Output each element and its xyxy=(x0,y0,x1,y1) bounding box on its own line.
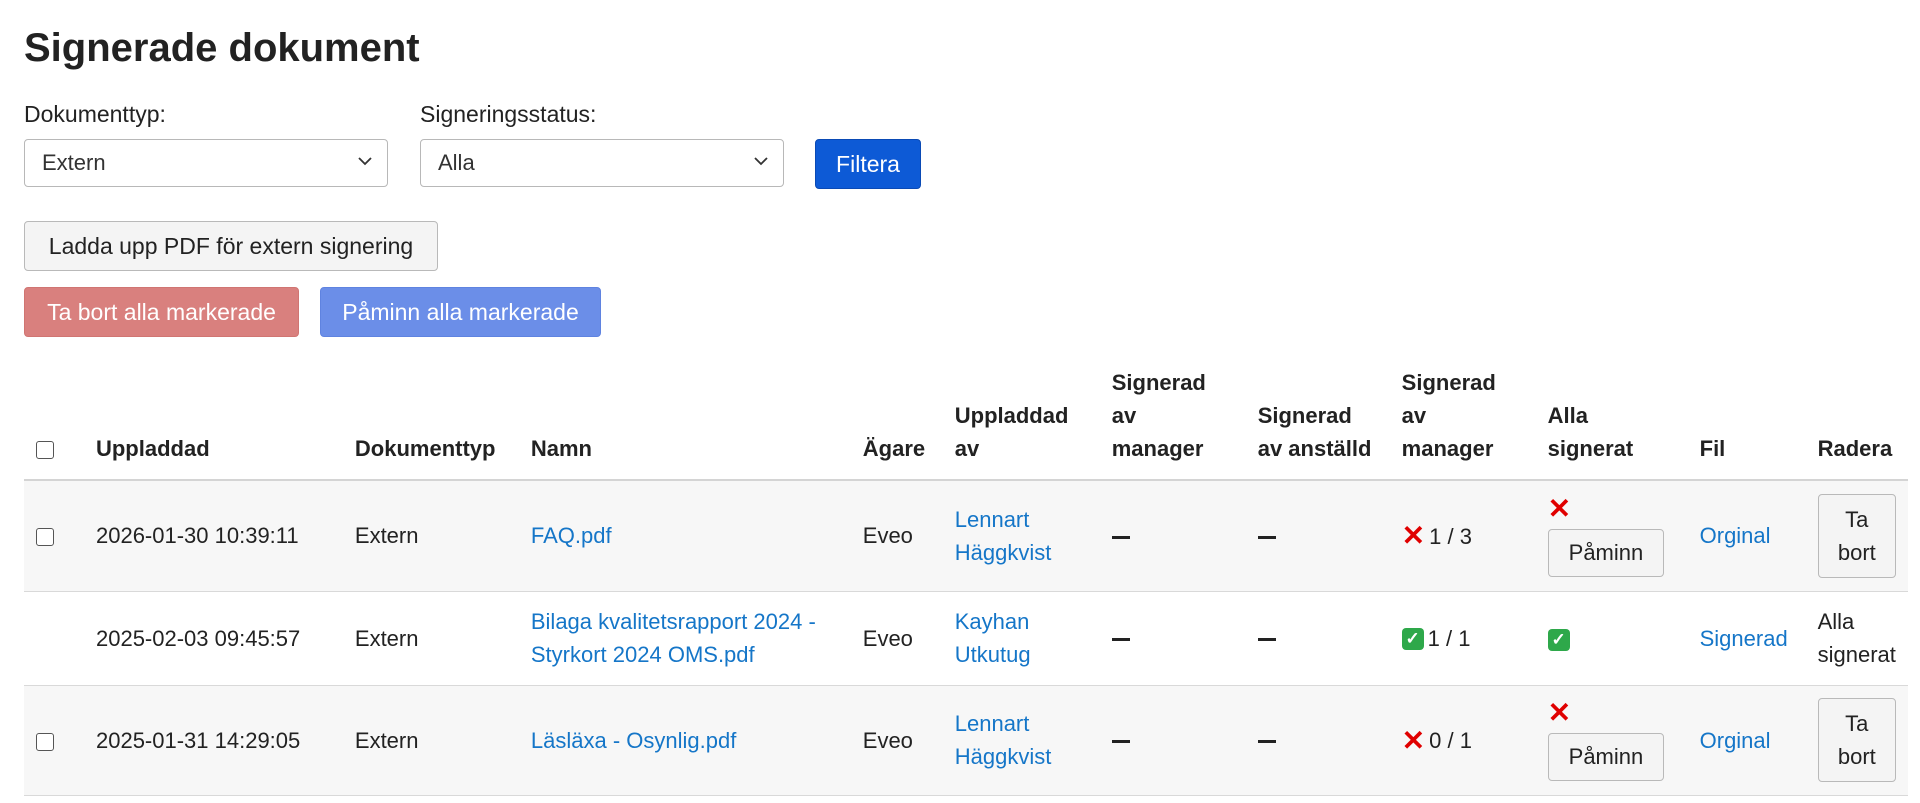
doc-name-link[interactable]: Bilaga kvalitetsrapport 2024 - Styrkort … xyxy=(531,609,816,667)
signed-manager-cell xyxy=(1100,480,1246,591)
documents-table: Uppladdad Dokumenttyp Namn Ägare Uppladd… xyxy=(24,366,1908,796)
file-link[interactable]: Signerad xyxy=(1700,626,1788,651)
header-uploaded[interactable]: Uppladdad xyxy=(83,366,343,481)
signed-manager-cell xyxy=(1100,591,1246,685)
uploader-link[interactable]: Lennart Häggkvist xyxy=(955,711,1052,769)
doc-type-select[interactable]: Extern xyxy=(24,139,388,187)
remind-selected-button[interactable]: Påminn alla markerade xyxy=(320,287,601,337)
cross-icon: ✕ xyxy=(1547,697,1572,728)
select-all-checkbox[interactable] xyxy=(36,441,54,460)
uploader-cell: Lennart Häggkvist xyxy=(943,685,1100,795)
table-header-row: Uppladdad Dokumenttyp Namn Ägare Uppladd… xyxy=(24,366,1908,481)
check-icon: ✓ xyxy=(1401,627,1424,650)
doc-type: Extern xyxy=(354,625,419,651)
signed-employee-cell xyxy=(1246,685,1390,795)
remind-button[interactable]: Påminn xyxy=(1547,733,1665,781)
manager-count: 0 / 1 xyxy=(1429,728,1472,754)
chevron-down-icon xyxy=(358,157,372,166)
doc-type: Extern xyxy=(354,523,419,549)
all-signed-cell: ✕ Påminn xyxy=(1536,480,1688,591)
file-cell: Orginal xyxy=(1688,685,1806,795)
header-signed-manager[interactable]: Signerad av manager xyxy=(1099,366,1246,481)
page: Signerade dokument Dokumenttyp: Extern S… xyxy=(0,0,1920,803)
table-row: 2025-02-03 09:45:57 Extern Bilaga kvalit… xyxy=(24,591,1908,685)
status-value: Alla xyxy=(438,150,475,175)
header-all-signed[interactable]: Alla signerat xyxy=(1535,366,1688,481)
header-uploaded-by[interactable]: Uppladdad av xyxy=(942,366,1100,481)
uploaded-date: 2025-01-31 14:29:05 xyxy=(95,727,301,753)
row-select-cell xyxy=(24,480,84,591)
dash-icon xyxy=(1257,638,1276,642)
file-link[interactable]: Orginal xyxy=(1700,728,1771,753)
check-icon: ✓ xyxy=(1547,628,1570,651)
header-owner[interactable]: Ägare xyxy=(850,366,943,481)
doc-type-value: Extern xyxy=(42,150,106,175)
header-doc-type[interactable]: Dokumenttyp xyxy=(342,366,519,481)
owner: Eveo xyxy=(862,625,913,651)
delete-cell: Ta bort xyxy=(1806,685,1908,795)
delete-button[interactable]: Ta bort xyxy=(1817,493,1896,578)
uploader-cell: Lennart Häggkvist xyxy=(943,480,1100,591)
manager-count-cell: ✕ 1 / 3 xyxy=(1390,480,1536,591)
dash-icon xyxy=(1111,740,1130,744)
dash-icon xyxy=(1257,740,1276,744)
row-select-cell xyxy=(24,591,84,685)
dash-icon xyxy=(1257,535,1276,539)
cross-icon: ✕ xyxy=(1401,520,1426,552)
doc-name-link[interactable]: Läsläxa - Osynlig.pdf xyxy=(531,728,736,753)
manager-count-cell: ✓ 1 / 1 xyxy=(1390,591,1536,685)
uploaded-date: 2026-01-30 10:39:11 xyxy=(95,523,299,549)
signed-employee-cell xyxy=(1246,591,1390,685)
row-select-cell xyxy=(24,685,84,795)
table-row: 2025-01-31 14:29:05 Extern Läsläxa - Osy… xyxy=(24,685,1908,795)
cross-icon: ✕ xyxy=(1547,492,1572,524)
file-link[interactable]: Orginal xyxy=(1700,523,1771,548)
dash-icon xyxy=(1111,535,1130,539)
uploaded-date: 2025-02-03 09:45:57 xyxy=(95,625,301,651)
cross-icon: ✕ xyxy=(1401,724,1426,756)
all-signed-cell: ✕ Påminn xyxy=(1536,685,1688,795)
status-label: Signeringsstatus: xyxy=(420,101,597,127)
file-cell: Orginal xyxy=(1688,480,1806,591)
doc-name-cell: Läsläxa - Osynlig.pdf xyxy=(519,685,851,795)
header-signed-employee[interactable]: Signerad av anställd xyxy=(1245,366,1390,481)
chevron-down-icon xyxy=(754,157,768,166)
table-row: 2026-01-30 10:39:11 Extern FAQ.pdf Eveo … xyxy=(24,480,1908,591)
uploader-link[interactable]: Lennart Häggkvist xyxy=(955,507,1052,565)
uploader-cell: Kayhan Utkutug xyxy=(943,591,1100,685)
header-file[interactable]: Fil xyxy=(1687,366,1806,481)
row-checkbox[interactable] xyxy=(36,732,54,751)
doc-name-cell: FAQ.pdf xyxy=(519,480,851,591)
manager-count: 1 / 3 xyxy=(1429,524,1472,550)
delete-cell: Ta bort xyxy=(1806,480,1908,591)
filter-button[interactable]: Filtera xyxy=(815,139,921,189)
doc-name-cell: Bilaga kvalitetsrapport 2024 - Styrkort … xyxy=(519,591,851,685)
all-signed-text: Alla signerat xyxy=(1817,609,1896,667)
file-cell: Signerad xyxy=(1688,591,1806,685)
row-checkbox[interactable] xyxy=(36,528,54,547)
delete-selected-button[interactable]: Ta bort alla markerade xyxy=(24,287,299,337)
manager-count: 1 / 1 xyxy=(1427,626,1471,652)
signed-manager-cell xyxy=(1100,685,1246,795)
doc-name-link[interactable]: FAQ.pdf xyxy=(531,523,612,548)
select-all-cell xyxy=(24,366,84,481)
uploader-link[interactable]: Kayhan Utkutug xyxy=(955,609,1031,667)
header-delete: Radera xyxy=(1805,366,1908,481)
doc-type-label: Dokumenttyp: xyxy=(24,101,166,127)
all-signed-cell: ✓ xyxy=(1536,591,1688,685)
remind-button[interactable]: Påminn xyxy=(1547,528,1665,577)
upload-pdf-button[interactable]: Ladda upp PDF för extern signering xyxy=(24,221,438,271)
signed-employee-cell xyxy=(1246,480,1390,591)
status-select[interactable]: Alla xyxy=(420,139,784,187)
page-title: Signerade dokument xyxy=(24,26,420,70)
owner: Eveo xyxy=(862,523,913,549)
owner: Eveo xyxy=(862,727,913,753)
doc-type: Extern xyxy=(354,727,419,753)
manager-count-cell: ✕ 0 / 1 xyxy=(1390,685,1536,795)
header-name[interactable]: Namn xyxy=(518,366,851,481)
delete-button[interactable]: Ta bort xyxy=(1817,698,1896,782)
dash-icon xyxy=(1111,638,1130,642)
header-signed-manager-2[interactable]: Signerad av manager xyxy=(1389,366,1536,481)
